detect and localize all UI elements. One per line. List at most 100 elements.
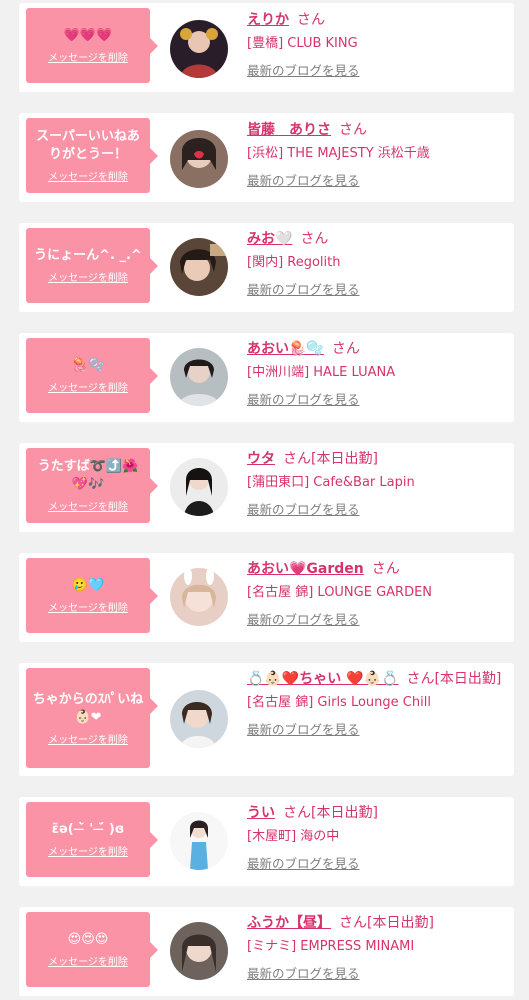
message-card: 😍😍😍 メッセージを削除 ふうか【昼】 さん[本日出勤] [ミナミ] EMPRES… (19, 907, 514, 996)
message-text: 🥲🩵 (71, 578, 105, 593)
message-bubble: うたすば➰⤴️🌺💖🎶 メッセージを削除 (26, 448, 158, 523)
avatar[interactable] (170, 458, 228, 516)
message-card: 💗💗💗 メッセージを削除 えりか さん [豊橋] CLUB KING 最新のブログ… (19, 3, 514, 92)
profile-info: あおい🪼🫧 さん [中洲川端] HALE LUANA 最新のブログを見る (247, 339, 508, 409)
avatar[interactable] (170, 238, 228, 296)
name-suffix: さん (331, 341, 360, 357)
message-card: ɛ̃ə( ˘̶̀ ' ˘̶́ )ɞ メッセージを削除 うい さん[本日出勤] [木… (19, 797, 514, 886)
shop-name: [中洲川端] HALE LUANA (247, 365, 396, 380)
shop-name: [関内] Regolith (247, 255, 341, 270)
message-card: 🪼🫧 メッセージを削除 あおい🪼🫧 さん [中洲川端] HALE LUANA 最新… (19, 333, 514, 422)
latest-blog-link[interactable]: 最新のブログを見る (247, 965, 360, 983)
message-text: うにょーん^. _.^ (34, 248, 142, 263)
latest-blog-link[interactable]: 最新のブログを見る (247, 721, 360, 739)
cast-name-link[interactable]: みお🤍 (247, 231, 292, 247)
cast-name-link[interactable]: ウタ (247, 451, 275, 467)
delete-message-link[interactable]: メッセージを削除 (48, 953, 128, 968)
delete-message-link[interactable]: メッセージを削除 (48, 599, 128, 614)
profile-info: あおい💗Garden さん [名古屋 錦] LOUNGE GARDEN 最新のブロ… (247, 559, 508, 629)
message-text: うたすば➰⤴️🌺💖🎶 (37, 459, 139, 492)
message-text: 🪼🫧 (71, 358, 105, 373)
delete-message-link[interactable]: メッセージを削除 (48, 843, 128, 858)
shop-name: [木屋町] 海の中 (247, 829, 340, 844)
cast-name-link[interactable]: 💍👶🏻❤️ちゃい ❤️👶🏻💍 (247, 671, 398, 687)
latest-blog-link[interactable]: 最新のブログを見る (247, 281, 360, 299)
message-card: 🥲🩵 メッセージを削除 あおい💗Garden さん [名古屋 錦] LOUNGE … (19, 553, 514, 642)
profile-info: みお🤍 さん [関内] Regolith 最新のブログを見る (247, 229, 508, 299)
message-card: うにょーん^. _.^ メッセージを削除 みお🤍 さん [関内] Regolith… (19, 223, 514, 312)
cast-name-link[interactable]: あおい💗Garden (247, 561, 364, 577)
message-bubble: うにょーん^. _.^ メッセージを削除 (26, 228, 158, 303)
avatar-image (170, 20, 228, 78)
name-suffix: さん (339, 122, 367, 138)
message-bubble: 😍😍😍 メッセージを削除 (26, 912, 158, 987)
cast-name-link[interactable]: あおい🪼🫧 (247, 341, 324, 357)
cast-name-link[interactable]: 皆藤 ありさ (247, 122, 331, 138)
message-bubble: スーパーいいねありがとうー！ メッセージを削除 (26, 118, 158, 193)
latest-blog-link[interactable]: 最新のブログを見る (247, 62, 360, 80)
avatar[interactable] (170, 20, 228, 78)
shop-name: [ミナミ] EMPRESS MINAMI (247, 939, 415, 954)
avatar-image (170, 458, 228, 516)
latest-blog-link[interactable]: 最新のブログを見る (247, 501, 360, 519)
name-suffix: さん[本日出勤] (283, 451, 378, 467)
message-bubble: ちゃからのｽﾊﾟいね👶🏻❤ メッセージを削除 (26, 668, 158, 768)
profile-info: ウタ さん[本日出勤] [蒲田東口] Cafe&Bar Lapin 最新のブログを… (247, 449, 508, 519)
delete-message-link[interactable]: メッセージを削除 (48, 49, 128, 64)
latest-blog-link[interactable]: 最新のブログを見る (247, 611, 360, 629)
delete-message-link[interactable]: メッセージを削除 (48, 498, 128, 513)
message-card: ちゃからのｽﾊﾟいね👶🏻❤ メッセージを削除 💍👶🏻❤️ちゃい ❤️👶🏻💍 さん[… (19, 663, 514, 776)
name-suffix: さん[本日出勤] (283, 805, 378, 821)
message-text: ちゃからのｽﾊﾟいね👶🏻❤ (32, 691, 144, 725)
name-suffix: さん (371, 561, 400, 577)
avatar-image (170, 812, 228, 870)
message-bubble: 🥲🩵 メッセージを削除 (26, 558, 158, 633)
shop-name: [名古屋 錦] LOUNGE GARDEN (247, 585, 433, 600)
message-bubble: 🪼🫧 メッセージを削除 (26, 338, 158, 413)
profile-info: ふうか【昼】 さん[本日出勤] [ミナミ] EMPRESS MINAMI 最新のブ… (247, 913, 508, 983)
name-suffix: さん (297, 12, 325, 28)
avatar-image (170, 238, 228, 296)
cast-name-link[interactable]: えりか (247, 12, 289, 28)
message-bubble: ɛ̃ə( ˘̶̀ ' ˘̶́ )ɞ メッセージを削除 (26, 802, 158, 877)
shop-name: [浜松] THE MAJESTY 浜松千歳 (247, 146, 430, 161)
profile-info: 💍👶🏻❤️ちゃい ❤️👶🏻💍 さん[本日出勤] [名古屋 錦] Girls Lou… (247, 669, 508, 739)
avatar[interactable] (170, 812, 228, 870)
message-card: うたすば➰⤴️🌺💖🎶 メッセージを削除 ウタ さん[本日出勤] [蒲田東口] Ca… (19, 443, 514, 532)
avatar[interactable] (170, 690, 228, 748)
avatar[interactable] (170, 568, 228, 626)
avatar[interactable] (170, 348, 228, 406)
name-suffix: さん[本日出勤] (406, 671, 502, 687)
cast-name-link[interactable]: うい (247, 805, 275, 821)
avatar-image (170, 568, 228, 626)
name-suffix: さん[本日出勤] (339, 915, 434, 931)
latest-blog-link[interactable]: 最新のブログを見る (247, 172, 360, 190)
avatar-image (170, 922, 228, 980)
delete-message-link[interactable]: メッセージを削除 (48, 731, 128, 746)
delete-message-link[interactable]: メッセージを削除 (48, 168, 128, 183)
shop-name: [蒲田東口] Cafe&Bar Lapin (247, 475, 415, 490)
message-card: スーパーいいねありがとうー！ メッセージを削除 皆藤 ありさ さん [浜松] TH… (19, 113, 514, 202)
shop-name: [名古屋 錦] Girls Lounge Chill (247, 695, 431, 710)
avatar-image (170, 690, 228, 748)
profile-info: うい さん[本日出勤] [木屋町] 海の中 最新のブログを見る (247, 803, 508, 873)
delete-message-link[interactable]: メッセージを削除 (48, 269, 128, 284)
message-text: 💗💗💗 (63, 28, 113, 43)
message-text: ɛ̃ə( ˘̶̀ ' ˘̶́ )ɞ (51, 822, 125, 837)
latest-blog-link[interactable]: 最新のブログを見る (247, 855, 360, 873)
latest-blog-link[interactable]: 最新のブログを見る (247, 391, 360, 409)
message-list: 💗💗💗 メッセージを削除 えりか さん [豊橋] CLUB KING 最新のブログ… (0, 0, 529, 1000)
delete-message-link[interactable]: メッセージを削除 (48, 379, 128, 394)
avatar[interactable] (170, 130, 228, 188)
avatar-image (170, 130, 228, 188)
profile-info: 皆藤 ありさ さん [浜松] THE MAJESTY 浜松千歳 最新のブログを見る (247, 120, 508, 190)
avatar[interactable] (170, 922, 228, 980)
cast-name-link[interactable]: ふうか【昼】 (247, 915, 331, 931)
name-suffix: さん (300, 231, 329, 247)
avatar-image (170, 348, 228, 406)
shop-name: [豊橋] CLUB KING (247, 36, 358, 51)
message-text: 😍😍😍 (67, 932, 109, 947)
message-text: スーパーいいねありがとうー！ (36, 129, 140, 162)
message-bubble: 💗💗💗 メッセージを削除 (26, 8, 158, 83)
profile-info: えりか さん [豊橋] CLUB KING 最新のブログを見る (247, 10, 508, 80)
